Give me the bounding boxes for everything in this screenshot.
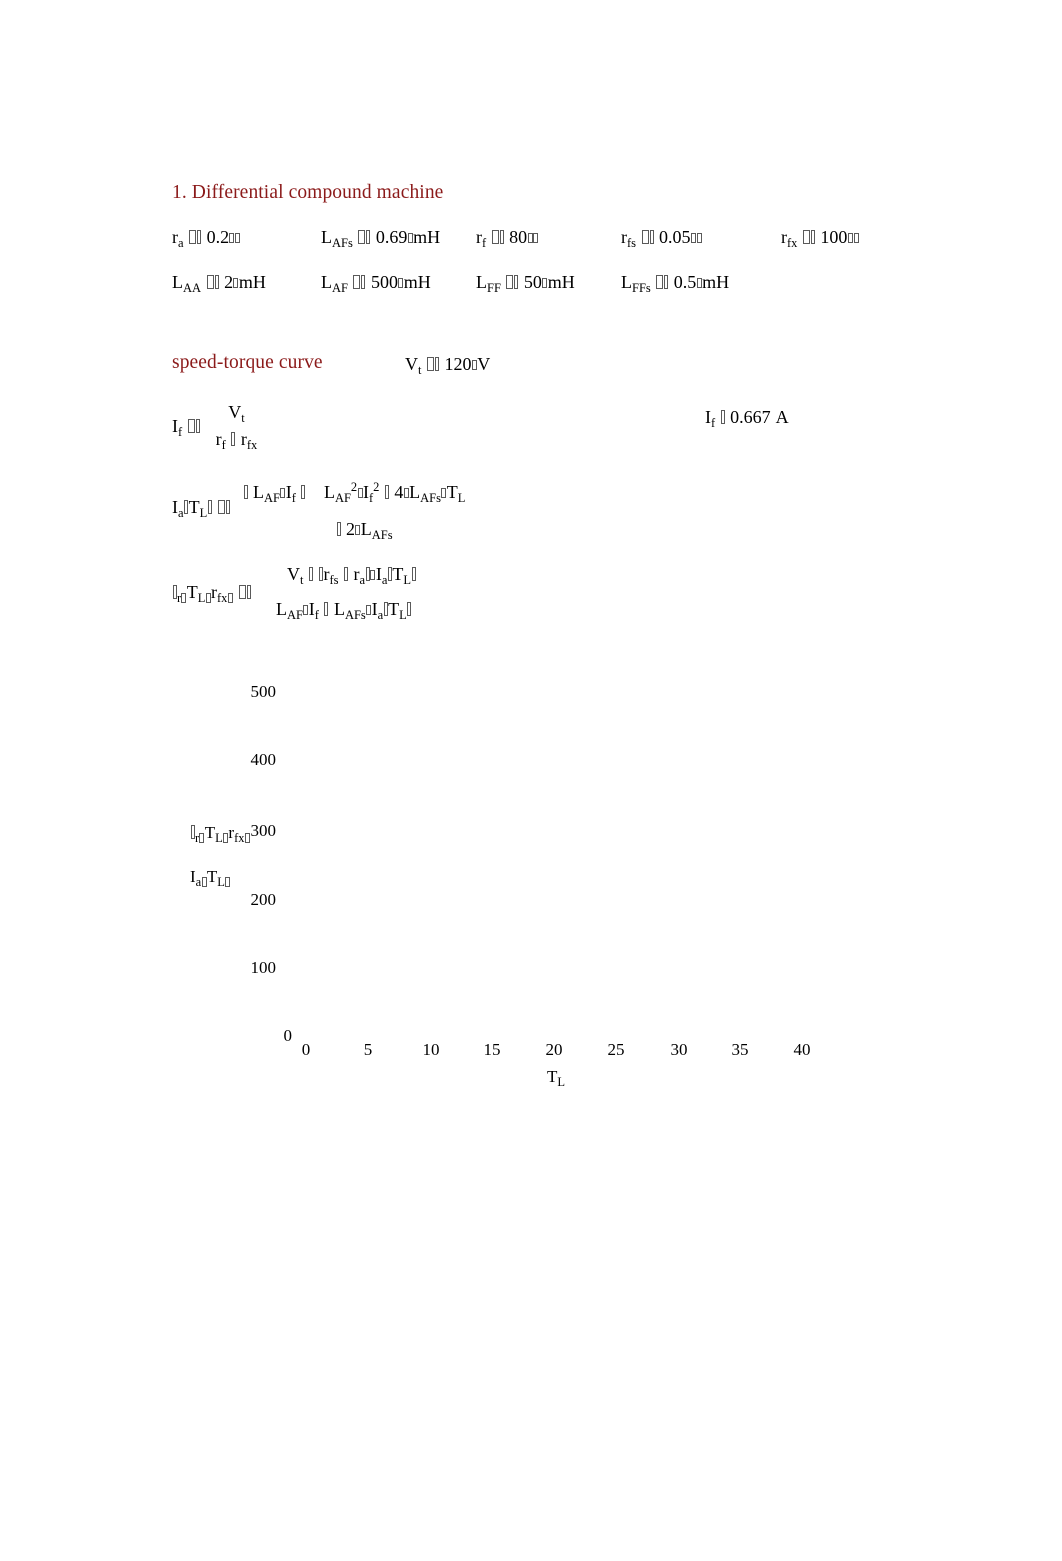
y-legend-speed: r TL rfx xyxy=(190,824,250,845)
x-axis-title-base: T xyxy=(547,1067,558,1086)
y-tick-100: 100 xyxy=(250,958,277,977)
right-paren-icon xyxy=(225,877,231,888)
y-legend-ia-subscript: a xyxy=(195,875,202,890)
speed-torque-plot: 500 400 300 200 100 0 r TL rfx Ia TL 0 5 10… xyxy=(0,0,1062,1561)
x-tick-0: 0 xyxy=(301,1040,311,1059)
y-legend-speed-arg1: T xyxy=(204,823,216,842)
y-legend-ia-arg1-subscript: L xyxy=(217,875,225,890)
y-legend-speed-arg1-subscript: L xyxy=(215,831,223,846)
y-legend-speed-arg2-subscript: fx xyxy=(234,831,245,846)
x-tick-30: 30 xyxy=(670,1040,688,1059)
x-axis-title: TL xyxy=(547,1068,565,1089)
x-tick-20: 20 xyxy=(545,1040,563,1059)
x-tick-5: 5 xyxy=(363,1040,373,1059)
y-legend-armature-current: Ia TL xyxy=(190,867,231,890)
x-tick-15: 15 xyxy=(483,1040,501,1059)
x-tick-40: 40 xyxy=(793,1040,811,1059)
y-tick-500: 500 xyxy=(250,682,277,701)
left-paren-icon xyxy=(199,833,205,844)
document-page: 1. Differential compound machine ra 0.2 L… xyxy=(0,0,1062,1561)
x-axis-title-subscript: L xyxy=(557,1075,566,1090)
y-tick-400: 400 xyxy=(250,750,277,769)
x-tick-35: 35 xyxy=(731,1040,749,1059)
right-paren-icon xyxy=(244,833,250,844)
omega-symbol-icon xyxy=(190,825,195,839)
x-tick-10: 10 xyxy=(422,1040,440,1059)
x-tick-25: 25 xyxy=(607,1040,625,1059)
left-paren-icon xyxy=(201,877,207,888)
y-legend-ia-arg1: T xyxy=(206,867,218,886)
y-tick-200: 200 xyxy=(250,890,277,909)
